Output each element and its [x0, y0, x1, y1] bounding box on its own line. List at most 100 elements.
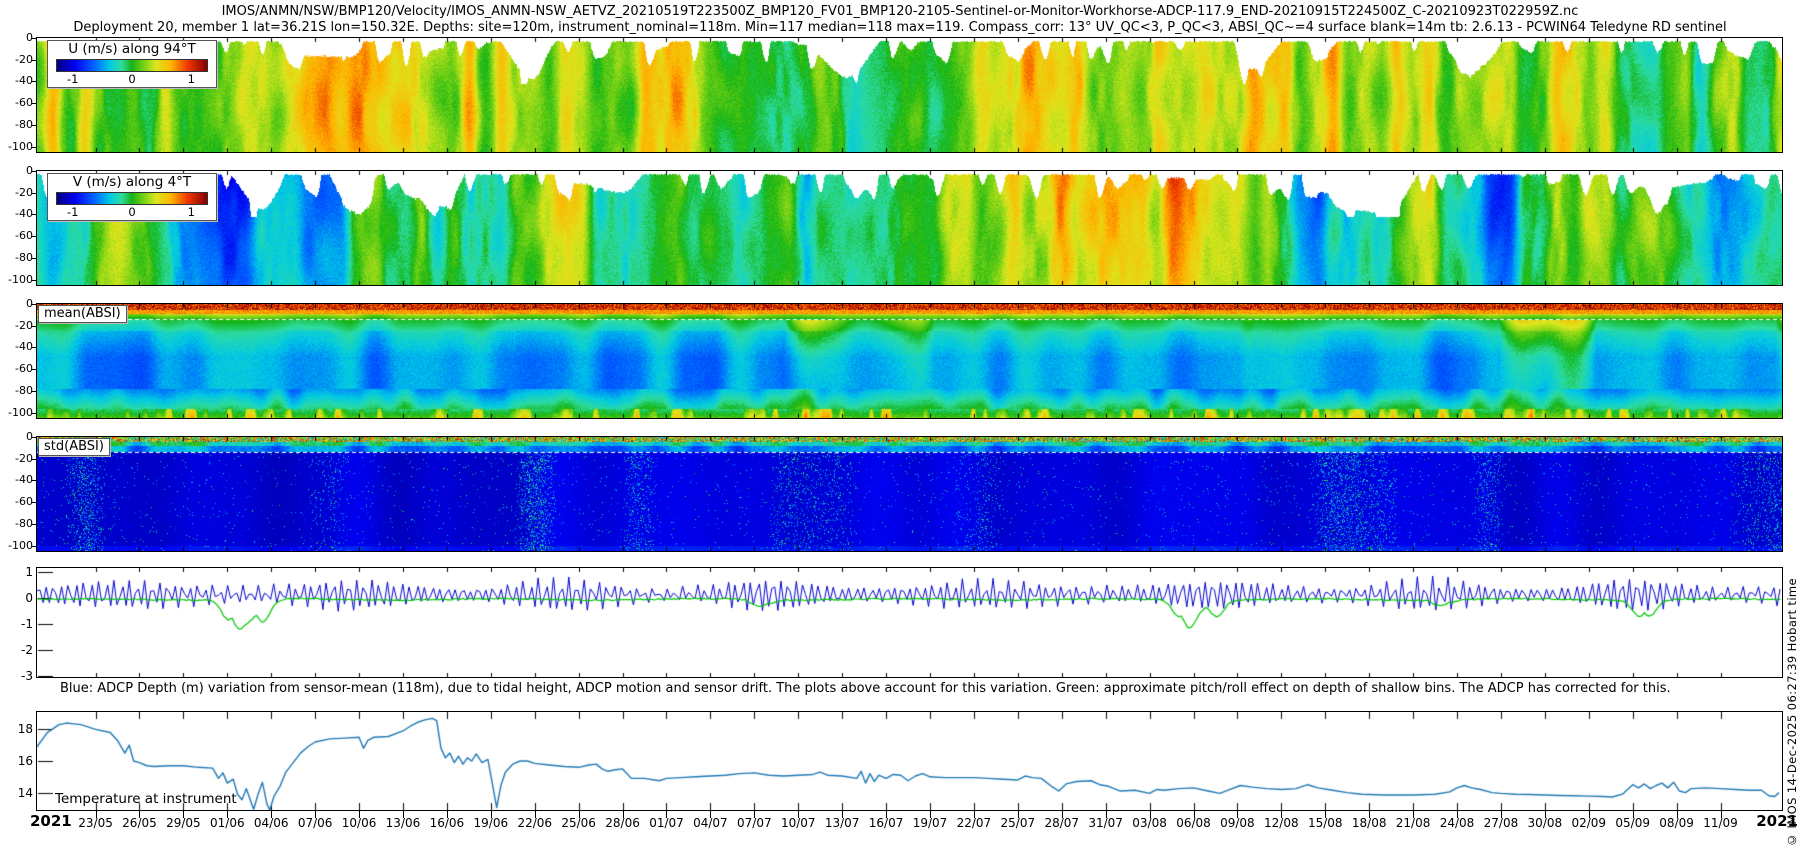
v_velocity-ytick-mark	[32, 236, 36, 237]
mean_absi-ytick-label: -40	[0, 341, 33, 353]
v_velocity-ytick-mark	[32, 258, 36, 259]
mean_absi-ytick-label: -60	[0, 363, 33, 375]
xtick-label: 16/07	[862, 817, 910, 830]
xtick-label: 12/08	[1257, 817, 1305, 830]
u-colorbar-gradient	[56, 59, 208, 72]
xtick-label: 08/09	[1653, 817, 1701, 830]
u_velocity-ytick-label: -100	[0, 141, 33, 153]
mean_absi-ytick-mark	[32, 326, 36, 327]
u_velocity-ytick-label: -60	[0, 97, 33, 109]
depth_variation-panel	[36, 567, 1783, 678]
u-legend-title: U (m/s) along 94°T	[48, 41, 216, 58]
depth-variation-caption: Blue: ADCP Depth (m) variation from sens…	[60, 681, 1671, 696]
xtick-label: 02/09	[1565, 817, 1613, 830]
v-cbar-tick-0: 0	[128, 205, 135, 219]
depth_variation-ytick-label: -1	[0, 618, 33, 630]
std_absi-ytick-mark	[32, 524, 36, 525]
std_absi-ytick-mark	[32, 480, 36, 481]
xtick-label: 31/07	[1082, 817, 1130, 830]
xtick-label: 07/07	[730, 817, 778, 830]
depth_variation-ytick-label: 1	[0, 566, 33, 578]
u-colorbar-ticks: -1 0 1	[56, 72, 208, 87]
xtick-label: 19/06	[467, 817, 515, 830]
v_velocity-ytick-label: -20	[0, 187, 33, 199]
xtick-label: 13/07	[818, 817, 866, 830]
temperature-ytick-label: 14	[0, 787, 33, 799]
xtick-label: 15/08	[1301, 817, 1349, 830]
std_absi-ytick-label: -40	[0, 474, 33, 486]
u_velocity-ytick-mark	[32, 103, 36, 104]
std_absi-ytick-mark	[32, 437, 36, 438]
u_velocity-ytick-label: 0	[0, 32, 33, 44]
xtick-label: 22/07	[950, 817, 998, 830]
mean_absi-ytick-mark	[32, 391, 36, 392]
std_absi-canvas	[37, 437, 1782, 551]
u_velocity-ytick-label: -40	[0, 75, 33, 87]
v_velocity-canvas	[37, 171, 1782, 285]
u-cbar-tick-pos1: 1	[188, 72, 195, 86]
xtick-label: 30/08	[1521, 817, 1569, 830]
xtick-label: 03/08	[1126, 817, 1174, 830]
xtick-label: 01/07	[642, 817, 690, 830]
v-colorbar-gradient	[56, 192, 208, 205]
v_velocity-ytick-mark	[32, 193, 36, 194]
std_absi-ytick-label: 0	[0, 431, 33, 443]
v-cbar-tick-neg1: -1	[67, 205, 78, 219]
xtick-label: 10/06	[335, 817, 383, 830]
xtick-label: 26/05	[115, 817, 163, 830]
u_velocity-ytick-mark	[32, 38, 36, 39]
xtick-label: 27/08	[1477, 817, 1525, 830]
v_velocity-ytick-label: -60	[0, 230, 33, 242]
v_velocity-ytick-label: -80	[0, 252, 33, 264]
xtick-label: 18/08	[1345, 817, 1393, 830]
xtick-label: 28/07	[1038, 817, 1086, 830]
credit-vertical-text: © IMOS 14-Dec-2025 06:27:39 Hobart time	[1785, 578, 1799, 847]
temperature-canvas	[37, 712, 1782, 810]
xtick-label: 06/08	[1170, 817, 1218, 830]
v-legend-title: V (m/s) along 4°T	[48, 174, 216, 191]
xtick-label: 22/06	[511, 817, 559, 830]
temperature-ytick-label: 18	[0, 723, 33, 735]
v_velocity-ytick-mark	[32, 171, 36, 172]
std_absi-panel	[36, 436, 1783, 552]
xtick-label: 29/05	[159, 817, 207, 830]
std_absi-ytick-label: -20	[0, 453, 33, 465]
u-cbar-tick-0: 0	[128, 72, 135, 86]
u_velocity-panel	[36, 37, 1783, 153]
depth_variation-canvas	[37, 568, 1782, 677]
v-cbar-tick-pos1: 1	[188, 205, 195, 219]
xtick-label: 11/09	[1697, 817, 1745, 830]
u_velocity-ytick-mark	[32, 60, 36, 61]
xtick-label: 16/06	[423, 817, 471, 830]
xtick-label: 04/06	[247, 817, 295, 830]
mean_absi-ytick-mark	[32, 347, 36, 348]
u_velocity-canvas	[37, 38, 1782, 152]
xtick-label: 25/06	[555, 817, 603, 830]
xtick-label: 10/07	[774, 817, 822, 830]
u_velocity-ytick-label: -80	[0, 119, 33, 131]
mean_absi-ytick-mark	[32, 304, 36, 305]
v_velocity-ytick-mark	[32, 214, 36, 215]
mean_absi-ytick-label: -100	[0, 407, 33, 419]
xtick-label: 25/07	[994, 817, 1042, 830]
std_absi-ytick-label: -80	[0, 518, 33, 530]
v_velocity-ytick-mark	[32, 280, 36, 281]
temperature-panel	[36, 711, 1783, 811]
xtick-label: 19/07	[906, 817, 954, 830]
v-colorbar-legend: V (m/s) along 4°T -1 0 1	[47, 173, 217, 221]
xtick-label: 05/09	[1609, 817, 1657, 830]
std_absi-ytick-mark	[32, 502, 36, 503]
u-cbar-tick-neg1: -1	[67, 72, 78, 86]
std_absi-ytick-label: -100	[0, 540, 33, 552]
temperature-ytick-label: 16	[0, 755, 33, 767]
u_velocity-ytick-mark	[32, 125, 36, 126]
xtick-label: 28/06	[599, 817, 647, 830]
figure-title-line2: Deployment 20, member 1 lat=36.21S lon=1…	[0, 20, 1800, 35]
xtick-label: 24/08	[1433, 817, 1481, 830]
u_velocity-ytick-mark	[32, 81, 36, 82]
xtick-label: 21/08	[1389, 817, 1437, 830]
xtick-label: 04/07	[686, 817, 734, 830]
u-colorbar-legend: U (m/s) along 94°T -1 0 1	[47, 40, 217, 88]
mean-absi-label: mean(ABSI)	[38, 305, 127, 323]
v-colorbar-ticks: -1 0 1	[56, 205, 208, 220]
